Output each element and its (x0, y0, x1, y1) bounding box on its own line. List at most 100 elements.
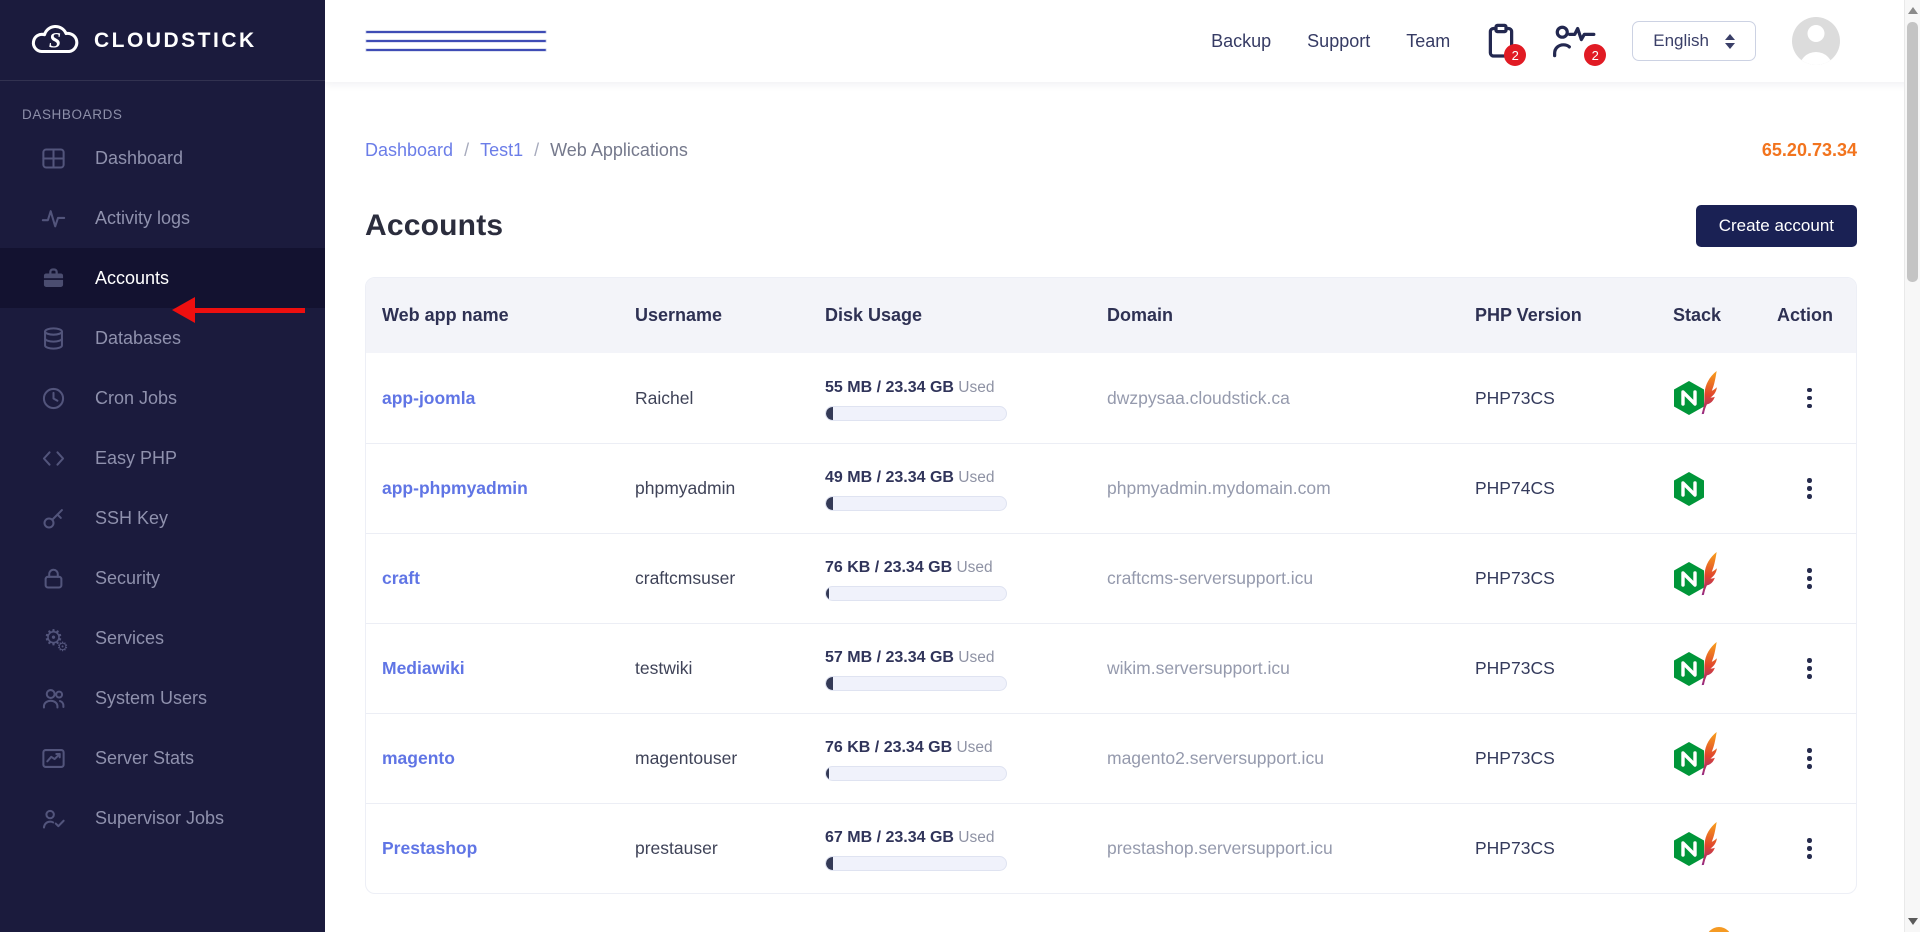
sidebar-item-server-stats[interactable]: Server Stats (0, 728, 325, 788)
sidebar-item-activity-logs[interactable]: Activity logs (0, 188, 325, 248)
disk-usage-bar (825, 766, 1007, 781)
stack-cell (1673, 353, 1777, 443)
sidebar-item-security[interactable]: Security (0, 548, 325, 608)
sidebar-item-label: Services (95, 627, 165, 648)
username-cell: magentouser (635, 748, 738, 768)
avatar-person-icon (1807, 25, 1825, 42)
page-title: Accounts (365, 209, 504, 242)
column-header-php-version: PHP Version (1475, 305, 1582, 325)
cloudstick-logo[interactable]: S CLOUDSTICK (0, 0, 325, 78)
table-row: app-joomla Raichel 55 MB / 23.34 GB Used… (366, 353, 1856, 443)
disk-usage-bar (825, 586, 1007, 601)
web-app-link[interactable]: Prestashop (382, 838, 635, 859)
row-actions-menu-button[interactable] (1801, 472, 1856, 505)
row-actions-menu-button[interactable] (1801, 832, 1856, 865)
svg-text:S: S (49, 28, 61, 53)
breadcrumb-server[interactable]: Test1 (480, 140, 523, 161)
scrollbar[interactable] (1904, 0, 1920, 932)
people-status-button[interactable]: 2 (1552, 23, 1607, 66)
disk-usage-bar (825, 405, 1007, 421)
nav-link-backup[interactable]: Backup (1211, 31, 1271, 52)
lock-icon (40, 565, 67, 592)
dashboard-grid-icon (40, 145, 67, 172)
sidebar-section-label: DASHBOARDS (22, 107, 123, 122)
web-app-link[interactable]: Mediawiki (382, 658, 635, 679)
sidebar-item-ssh-key[interactable]: SSH Key (0, 488, 325, 548)
username-cell: prestauser (635, 838, 718, 858)
person-check-icon (40, 805, 67, 832)
topbar: Backup Support Team 2 2 English (325, 0, 1920, 82)
table-row: Prestashop prestauser 67 MB / 23.34 GB U… (366, 803, 1856, 893)
breadcrumb-current: Web Applications (550, 140, 688, 160)
row-actions-menu-button[interactable] (1801, 382, 1856, 415)
user-avatar[interactable] (1792, 17, 1840, 65)
domain-cell: prestashop.serversupport.icu (1107, 838, 1333, 858)
table-row: craft craftcmsuser 76 KB / 23.34 GB Used… (366, 533, 1856, 623)
web-app-link[interactable]: magento (382, 748, 635, 769)
domain-cell: magento2.serversupport.icu (1107, 748, 1324, 768)
scrollbar-down-arrow-icon[interactable] (1908, 918, 1918, 925)
sidebar-item-cron-jobs[interactable]: Cron Jobs (0, 368, 325, 428)
web-app-link[interactable]: app-phpmyadmin (382, 478, 635, 499)
logo-text: CLOUDSTICK (94, 29, 257, 52)
stack-cell (1673, 624, 1777, 713)
breadcrumb-dashboard[interactable]: Dashboard (365, 140, 453, 161)
apache-icon (1701, 731, 1717, 775)
php-version-cell: PHP74CS (1475, 478, 1555, 498)
nav-link-support[interactable]: Support (1307, 31, 1370, 52)
apache-icon (1701, 371, 1717, 415)
sidebar-item-easy-php[interactable]: Easy PHP (0, 428, 325, 488)
sidebar-item-dashboard[interactable]: Dashboard (0, 128, 325, 188)
sidebar-item-label: Security (95, 567, 161, 588)
chat-widget-bubble[interactable] (1706, 927, 1732, 932)
nav-link-team[interactable]: Team (1406, 31, 1450, 52)
create-account-button[interactable]: Create account (1695, 205, 1857, 247)
activity-pulse-icon (40, 205, 67, 232)
table-row: magento magentouser 76 KB / 23.34 GB Use… (366, 713, 1856, 803)
scrollbar-thumb[interactable] (1907, 22, 1918, 282)
column-header-domain: Domain (1107, 305, 1174, 325)
php-version-cell: PHP73CS (1475, 838, 1555, 858)
clipboard-button[interactable]: 2 (1486, 23, 1527, 66)
accounts-table: Web app name Username Disk Usage Domain … (365, 277, 1857, 894)
topbar-right: Backup Support Team 2 2 English (1211, 17, 1840, 66)
username-cell: Raichel (635, 387, 694, 408)
language-value: English (1653, 31, 1709, 50)
domain-cell: wikim.serversupport.icu (1107, 658, 1290, 678)
sidebar-item-label: Supervisor Jobs (95, 807, 225, 828)
table-header-row: Web app name Username Disk Usage Domain … (366, 278, 1856, 353)
main-content: Dashboard / Test1 / Web Applications 65.… (325, 82, 1904, 894)
sidebar-nav: Dashboard Activity logs Accounts Databas… (0, 128, 325, 848)
key-icon (40, 505, 67, 532)
disk-usage-bar (825, 676, 1007, 691)
people-badge: 2 (1584, 44, 1607, 66)
language-select[interactable]: English (1632, 21, 1756, 61)
sidebar-item-services[interactable]: ⚙ ⚙ Services (0, 608, 325, 668)
stack-cell (1673, 534, 1777, 623)
breadcrumb: Dashboard / Test1 / Web Applications (365, 140, 688, 161)
domain-cell: craftcms-serversupport.icu (1107, 568, 1314, 588)
row-actions-menu-button[interactable] (1801, 562, 1856, 595)
sidebar-item-label: System Users (95, 687, 208, 708)
scrollbar-up-arrow-icon[interactable] (1908, 7, 1918, 14)
clipboard-badge: 2 (1504, 44, 1527, 66)
web-app-link[interactable]: craft (382, 568, 635, 589)
stack-cell (1673, 804, 1777, 893)
disk-usage-cell: 76 KB / 23.34 GB Used (825, 736, 1107, 781)
breadcrumb-separator: / (464, 140, 470, 160)
row-actions-menu-button[interactable] (1801, 742, 1856, 775)
php-version-cell: PHP73CS (1475, 568, 1555, 588)
sidebar-item-supervisor-jobs[interactable]: Supervisor Jobs (0, 788, 325, 848)
sidebar-item-label: Server Stats (95, 747, 195, 768)
hamburger-menu-icon[interactable] (365, 25, 547, 57)
gears-icon: ⚙ ⚙ (43, 625, 69, 654)
database-icon (40, 325, 67, 352)
disk-usage-cell: 67 MB / 23.34 GB Used (825, 826, 1107, 871)
domain-cell: dwzpysaa.cloudstick.ca (1107, 387, 1290, 408)
column-header-username: Username (635, 305, 723, 325)
apache-icon (1701, 551, 1717, 595)
sidebar: S CLOUDSTICK DASHBOARDS Dashboard Activi… (0, 0, 325, 932)
sidebar-item-system-users[interactable]: System Users (0, 668, 325, 728)
row-actions-menu-button[interactable] (1801, 652, 1856, 685)
web-app-link[interactable]: app-joomla (382, 388, 635, 409)
